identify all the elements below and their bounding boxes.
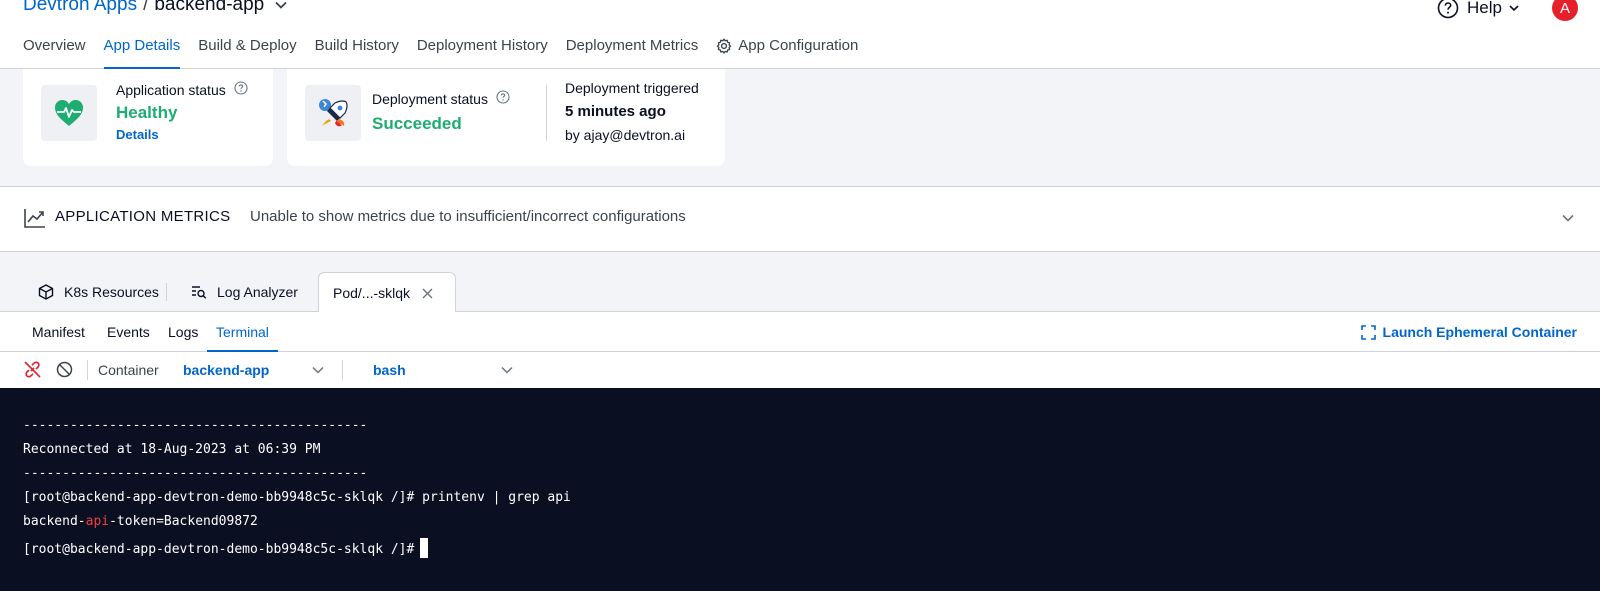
tab-manifest[interactable]: Manifest [32, 324, 85, 352]
help-chevron-down-icon [1509, 5, 1519, 12]
breadcrumb-app-name: backend-app [154, 0, 265, 15]
clear-ban-icon[interactable] [56, 361, 73, 378]
tab-events[interactable]: Events [107, 324, 150, 352]
help-menu-button[interactable]: Help [1437, 0, 1528, 19]
shell-chevron-down-icon[interactable] [500, 363, 514, 377]
tab-pod-label: Pod/...-sklqk [333, 285, 411, 301]
tab-k8s-resources-label: K8s Resources [64, 284, 159, 300]
help-label: Help [1467, 0, 1502, 17]
container-chevron-down-icon[interactable] [311, 363, 325, 377]
terminal-cursor [420, 538, 429, 558]
tab-build-history[interactable]: Build History [315, 37, 399, 69]
deployment-triggered-time: 5 minutes ago [565, 103, 666, 120]
tab-pod[interactable]: Pod/...-sklqk [318, 272, 456, 313]
tab-terminal[interactable]: Terminal [207, 324, 278, 352]
container-select[interactable]: backend-app [183, 362, 269, 378]
terminal-text: backend- [23, 514, 86, 529]
help-circle-icon [1437, 0, 1459, 19]
tab-deployment-metrics[interactable]: Deployment Metrics [566, 37, 699, 69]
breadcrumb: Devtron Apps / backend-app [23, 0, 288, 16]
deployment-status-label: Deployment status [372, 90, 488, 107]
tab-deployment-history[interactable]: Deployment History [417, 37, 548, 69]
expand-corners-icon [1360, 324, 1376, 340]
terminal-line: ----------------------------------------… [23, 418, 368, 433]
app-tabs: Overview App Details Build & Deploy Buil… [23, 37, 876, 69]
app-header: Devtron Apps / backend-app Help A Overvi… [0, 0, 1600, 69]
launch-ephemeral-container-label: Launch Ephemeral Container [1382, 324, 1577, 340]
log-search-icon [192, 286, 207, 299]
tab-build-deploy[interactable]: Build & Deploy [198, 37, 296, 69]
close-icon[interactable] [422, 288, 433, 299]
deployment-triggered-label: Deployment triggered [565, 80, 699, 96]
disconnect-icon[interactable] [24, 361, 41, 378]
application-status-details-link[interactable]: Details [116, 127, 159, 142]
launch-ephemeral-container-button[interactable]: Launch Ephemeral Container [1360, 324, 1577, 340]
gear-icon [717, 38, 732, 54]
tab-app-configuration-label: App Configuration [738, 37, 859, 54]
terminal-line: Reconnected at 18-Aug-2023 at 06:39 PM [23, 442, 321, 457]
app-switcher-chevron-down-icon[interactable] [274, 0, 288, 12]
terminal-line: ----------------------------------------… [23, 466, 368, 481]
toolbar-divider [87, 360, 88, 380]
container-label: Container [98, 362, 159, 378]
terminal-line: [root@backend-app-devtron-demo-bb9948c5c… [23, 490, 571, 505]
deployment-status-card: Deployment status Succeeded Deployment t… [287, 69, 725, 166]
tab-log-analyzer-label: Log Analyzer [217, 284, 298, 300]
terminal-output[interactable]: ----------------------------------------… [0, 388, 1600, 591]
tab-k8s-resources[interactable]: K8s Resources [38, 272, 167, 312]
tab-logs[interactable]: Logs [168, 324, 198, 352]
rocket-icon [305, 85, 361, 141]
shell-select[interactable]: bash [373, 362, 406, 378]
tab-log-analyzer[interactable]: Log Analyzer [191, 272, 298, 312]
terminal-prompt: [root@backend-app-devtron-demo-bb9948c5c… [23, 542, 415, 557]
expand-chevron-down-icon[interactable] [1561, 211, 1575, 225]
application-metrics-message: Unable to show metrics due to insufficie… [250, 208, 686, 225]
user-avatar[interactable]: A [1552, 0, 1578, 21]
application-status-value: Healthy [116, 103, 178, 122]
trending-up-chart-icon [24, 209, 45, 228]
pod-sub-tabs: Manifest Events Logs Terminal Launch Eph… [0, 312, 1600, 352]
terminal-toolbar: Container backend-app bash [0, 352, 1600, 388]
application-status-card: Application status Healthy Details [23, 69, 273, 166]
application-metrics-title: APPLICATION METRICS [55, 208, 231, 225]
deployment-status-value: Succeeded [372, 114, 462, 133]
tab-app-details[interactable]: App Details [103, 37, 181, 69]
resource-tabs: K8s Resources Log Analyzer Pod/...-sklqk [0, 272, 1600, 313]
terminal-text: -token=Backend09872 [109, 514, 258, 529]
breadcrumb-devtron-apps-link[interactable]: Devtron Apps [23, 0, 137, 16]
heart-pulse-icon [41, 85, 97, 141]
terminal-grep-highlight: api [85, 514, 110, 529]
tab-overview[interactable]: Overview [23, 37, 86, 69]
info-question-icon[interactable] [234, 81, 248, 98]
breadcrumb-separator: / [143, 0, 149, 15]
terminal-prompt-line: [root@backend-app-devtron-demo-bb9948c5c… [23, 538, 429, 558]
terminal-line: backend-api-token=Backend09872 [23, 514, 258, 529]
cube-icon [38, 284, 54, 300]
toolbar-divider [342, 360, 343, 380]
application-metrics-bar[interactable]: APPLICATION METRICS Unable to show metri… [0, 186, 1600, 252]
deployment-triggered-by: by ajay@devtron.ai [565, 127, 686, 143]
application-status-label: Application status [116, 81, 226, 98]
info-question-icon[interactable] [496, 90, 510, 107]
tab-app-configuration[interactable]: App Configuration [716, 37, 858, 69]
card-divider [546, 85, 547, 141]
